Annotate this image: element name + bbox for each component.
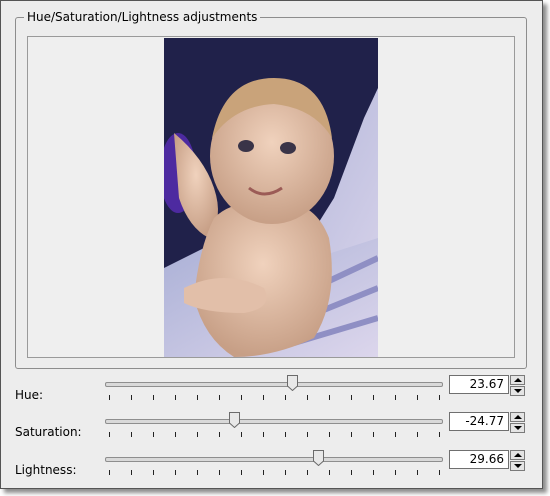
slider-tick — [351, 432, 352, 437]
lightness-value-field[interactable] — [449, 450, 509, 469]
slider-tick — [241, 395, 242, 400]
saturation-row: Saturation: — [1, 412, 542, 448]
slider-tick — [131, 395, 132, 400]
lightness-slider[interactable] — [105, 450, 443, 480]
lightness-slider-groove[interactable] — [105, 457, 443, 462]
slider-tick — [153, 432, 154, 437]
slider-tick — [263, 470, 264, 475]
preview-image — [164, 38, 378, 357]
slider-tick — [417, 432, 418, 437]
lightness-increment-button[interactable] — [510, 450, 525, 460]
slider-tick — [175, 470, 176, 475]
slider-tick — [307, 432, 308, 437]
lightness-row: Lightness: — [1, 450, 542, 486]
slider-tick — [175, 432, 176, 437]
arrow-up-icon — [514, 378, 522, 382]
slider-tick — [219, 395, 220, 400]
saturation-decrement-button[interactable] — [510, 423, 525, 433]
saturation-slider[interactable] — [105, 412, 443, 442]
slider-tick — [395, 395, 396, 400]
hue-spinbox[interactable] — [449, 375, 526, 396]
hue-slider-handle[interactable] — [287, 375, 298, 391]
hue-increment-button[interactable] — [510, 375, 525, 385]
slider-tick — [131, 470, 132, 475]
adjustment-dialog: Hue/Saturation/Lightness adjustments Hue… — [0, 0, 543, 489]
slider-tick — [285, 395, 286, 400]
slider-tick — [285, 432, 286, 437]
hsl-group-box: Hue/Saturation/Lightness adjustments — [15, 10, 527, 369]
arrow-down-icon — [514, 389, 522, 393]
hue-label: Hue: — [15, 388, 44, 402]
slider-tick — [329, 470, 330, 475]
group-title: Hue/Saturation/Lightness adjustments — [24, 10, 261, 24]
preview-area — [27, 36, 515, 358]
slider-tick — [109, 395, 110, 400]
saturation-slider-handle[interactable] — [229, 412, 240, 428]
slider-tick — [373, 470, 374, 475]
slider-tick — [197, 432, 198, 437]
slider-tick — [197, 395, 198, 400]
slider-tick — [175, 395, 176, 400]
slider-tick — [153, 395, 154, 400]
slider-tick — [285, 470, 286, 475]
slider-tick — [307, 395, 308, 400]
hue-row: Hue: — [1, 375, 542, 411]
slider-tick — [351, 395, 352, 400]
lightness-slider-ticks — [105, 470, 443, 476]
slider-tick — [263, 395, 264, 400]
slider-tick — [439, 432, 440, 437]
slider-tick — [395, 470, 396, 475]
arrow-down-icon — [514, 464, 522, 468]
slider-tick — [219, 470, 220, 475]
slider-tick — [373, 395, 374, 400]
slider-tick — [131, 432, 132, 437]
slider-tick — [417, 470, 418, 475]
saturation-slider-groove[interactable] — [105, 419, 443, 424]
slider-tick — [241, 432, 242, 437]
hue-decrement-button[interactable] — [510, 386, 525, 396]
slider-tick — [109, 470, 110, 475]
slider-tick — [241, 470, 242, 475]
slider-tick — [439, 470, 440, 475]
slider-tick — [219, 432, 220, 437]
lightness-decrement-button[interactable] — [510, 461, 525, 471]
hue-slider-groove[interactable] — [105, 382, 443, 387]
arrow-up-icon — [514, 453, 522, 457]
saturation-value-field[interactable] — [449, 412, 509, 431]
slider-tick — [263, 432, 264, 437]
hue-value-field[interactable] — [449, 375, 509, 394]
slider-tick — [329, 432, 330, 437]
slider-tick — [307, 470, 308, 475]
lightness-spinbox[interactable] — [449, 450, 526, 471]
slider-tick — [373, 432, 374, 437]
hue-slider-ticks — [105, 395, 443, 401]
slider-tick — [109, 432, 110, 437]
saturation-spinbox[interactable] — [449, 412, 526, 433]
slider-tick — [153, 470, 154, 475]
saturation-label: Saturation: — [15, 425, 82, 439]
slider-tick — [439, 395, 440, 400]
hue-slider[interactable] — [105, 375, 443, 405]
saturation-increment-button[interactable] — [510, 412, 525, 422]
arrow-up-icon — [514, 415, 522, 419]
lightness-slider-handle[interactable] — [313, 450, 324, 466]
lightness-label: Lightness: — [15, 463, 77, 477]
slider-tick — [197, 470, 198, 475]
slider-tick — [351, 470, 352, 475]
slider-tick — [417, 395, 418, 400]
slider-tick — [395, 432, 396, 437]
arrow-down-icon — [514, 426, 522, 430]
slider-tick — [329, 395, 330, 400]
saturation-slider-ticks — [105, 432, 443, 438]
